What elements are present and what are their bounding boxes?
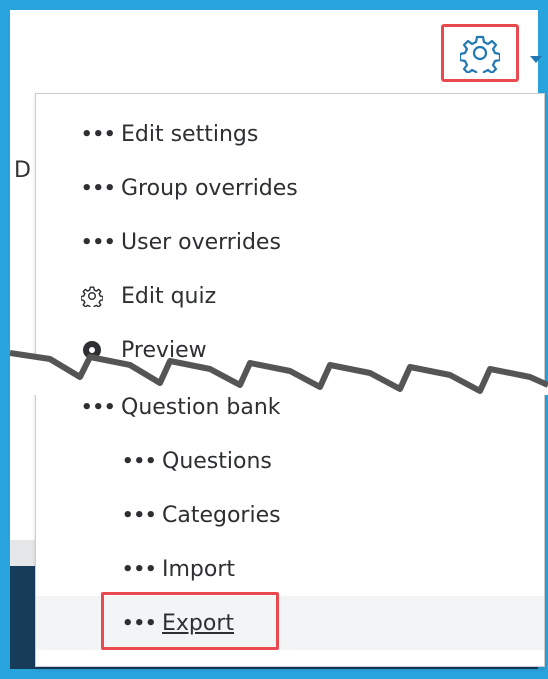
chevron-down-icon[interactable] (530, 56, 542, 63)
menu-item-label: Edit settings (121, 121, 259, 147)
menu-item-questions[interactable]: ••• Questions (36, 434, 544, 488)
menu-item-import[interactable]: ••• Import (36, 542, 544, 596)
menu-item-edit-quiz[interactable]: Edit quiz (36, 269, 544, 323)
more-dots-icon: ••• (122, 504, 157, 526)
more-dots-icon: ••• (81, 396, 116, 418)
more-dots-icon: ••• (81, 231, 116, 253)
menu-item-label: User overrides (121, 229, 281, 255)
menu-item-label: Import (162, 556, 236, 582)
menu-item-label: Edit quiz (121, 283, 217, 309)
background-text-fragment: D (14, 158, 31, 183)
more-dots-icon: ••• (81, 177, 116, 199)
menu-item-label: Group overrides (121, 175, 298, 201)
gear-icon (80, 285, 121, 310)
export-highlight-box (101, 592, 279, 650)
menu-item-label: Questions (162, 448, 272, 474)
more-dots-icon: ••• (122, 450, 157, 472)
actions-menu-button[interactable] (441, 24, 519, 82)
menu-item-label: Question bank (121, 394, 281, 420)
menu-item-edit-settings[interactable]: ••• Edit settings (36, 107, 544, 161)
menu-item-user-overrides[interactable]: ••• User overrides (36, 215, 544, 269)
gear-icon (460, 35, 500, 73)
more-dots-icon: ••• (81, 123, 116, 145)
menu-item-label: Categories (162, 502, 281, 528)
menu-item-group-overrides[interactable]: ••• Group overrides (36, 161, 544, 215)
more-dots-icon: ••• (122, 558, 157, 580)
menu-item-categories[interactable]: ••• Categories (36, 488, 544, 542)
torn-edge-divider (10, 350, 548, 395)
